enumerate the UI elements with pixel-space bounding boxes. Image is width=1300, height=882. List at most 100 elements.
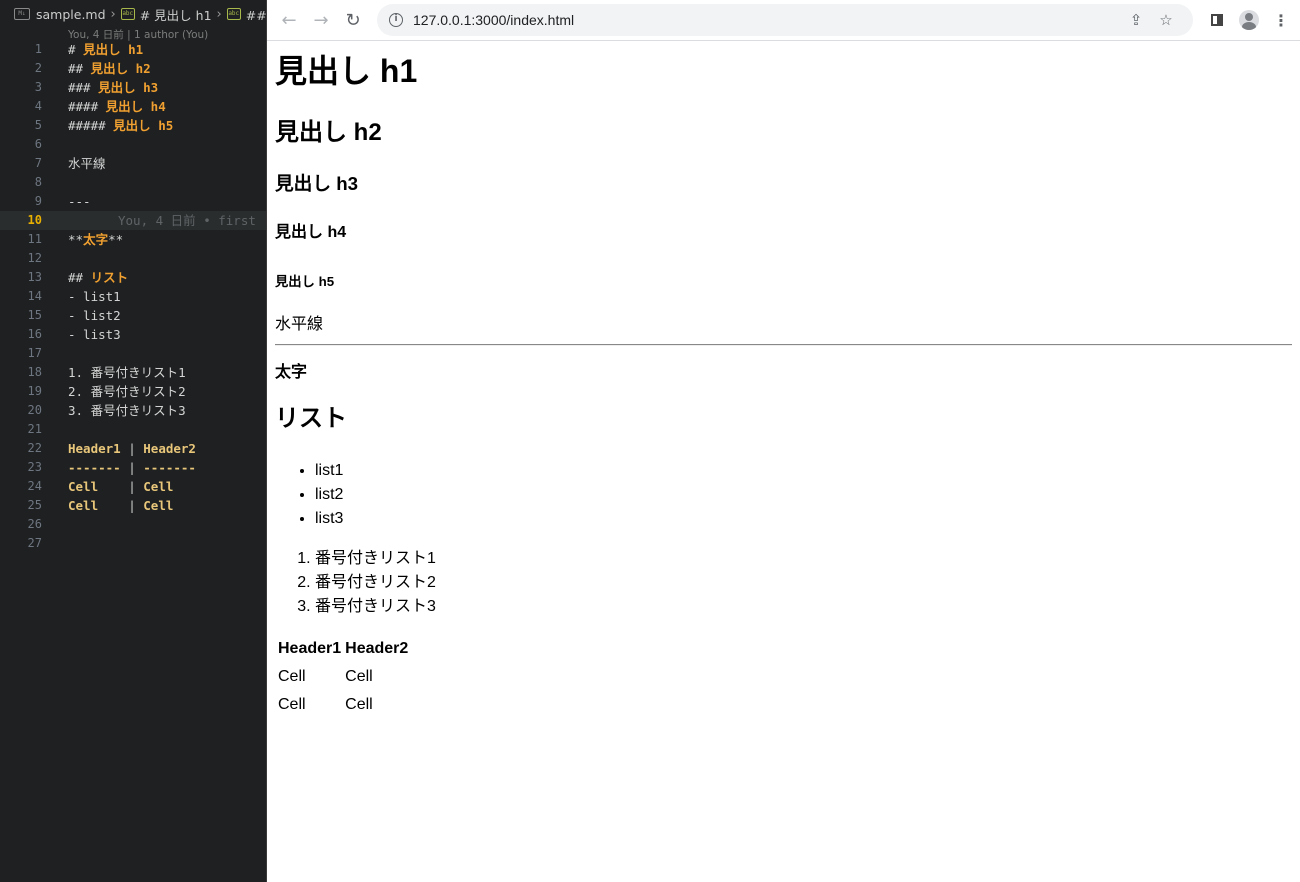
kebab-menu-icon[interactable]: ⋮ <box>1265 4 1297 36</box>
code-line: 25 Cell | Cell <box>0 496 266 515</box>
breadcrumb: M↓ sample.md › abc # 見出し h1 › abc ## 見 <box>0 0 266 28</box>
md-bold-text: 太字 <box>83 232 109 247</box>
star-icon[interactable]: ☆ <box>1151 11 1181 29</box>
md-hash: ## <box>68 61 84 76</box>
md-bold-marker: ** <box>68 232 84 247</box>
code-line: 9 --- <box>0 192 266 211</box>
forward-arrow-icon[interactable]: → <box>305 4 337 36</box>
breadcrumb-file-label: sample.md <box>36 6 106 22</box>
list-item: 番号付きリスト1 <box>315 547 1292 571</box>
line-number: 18 <box>27 365 42 379</box>
line-number: 13 <box>27 270 42 284</box>
data-table: Header1 Header2 Cell Cell Cell Cell <box>275 634 411 720</box>
md-heading-text: 見出し h4 <box>105 99 166 114</box>
breadcrumb-h1-label: # 見出し h1 <box>139 7 212 23</box>
line-number: 12 <box>27 251 42 265</box>
code-line: 3 ### 見出し h3 <box>0 78 266 97</box>
table-row: Cell Cell <box>277 692 409 718</box>
md-hr: --- <box>68 194 91 209</box>
md-table-cell: Header2 <box>143 441 196 456</box>
reload-icon[interactable]: ↻ <box>337 4 369 36</box>
code-line: 1 # 見出し h1 <box>0 40 266 59</box>
browser-window: ← → ↻ i 127.0.0.1:3000/index.html ⇪ ☆ ⋮ … <box>267 0 1300 882</box>
heading-list: リスト <box>275 405 347 432</box>
md-list-item: - list3 <box>68 327 121 342</box>
md-hash: ##### <box>68 118 106 133</box>
code-line: 16 - list3 <box>0 325 266 344</box>
code-line: 22 Header1 | Header2 <box>0 439 266 458</box>
line-number: 23 <box>27 460 42 474</box>
table-cell: Cell <box>278 696 306 713</box>
table-header-cell: Header1 <box>278 640 342 657</box>
rendered-page: 見出し h1 見出し h2 見出し h3 見出し h4 見出し h5 水平線 太… <box>275 41 1292 720</box>
md-hash: ### <box>68 80 91 95</box>
bold-text: 太字 <box>275 364 308 381</box>
numbered-list: 番号付きリスト1 番号付きリスト2 番号付きリスト3 <box>275 547 1292 619</box>
list-item: 番号付きリスト2 <box>315 571 1292 595</box>
breadcrumb-h1[interactable]: abc # 見出し h1 <box>120 5 212 24</box>
url-text[interactable]: 127.0.0.1:3000/index.html <box>413 12 1121 28</box>
md-heading-text: 見出し h2 <box>90 61 151 76</box>
list-item: list3 <box>315 507 1292 531</box>
code-line: 27 <box>0 534 266 553</box>
code-line: 13 ## リスト <box>0 268 266 287</box>
md-ol-number: 2. <box>68 384 84 399</box>
line-number: 27 <box>27 536 42 550</box>
line-number: 5 <box>34 118 42 132</box>
code-line: 21 <box>0 420 266 439</box>
line-number: 1 <box>34 42 42 56</box>
breadcrumb-h2-label: ## 見 <box>245 7 266 23</box>
md-ol-text: 番号付きリスト1 <box>90 365 186 380</box>
table-cell: Cell <box>345 696 373 713</box>
share-icon[interactable]: ⇪ <box>1121 11 1151 29</box>
md-table-cell: Header1 <box>68 441 121 456</box>
line-number: 19 <box>27 384 42 398</box>
code-line: 18 1. 番号付きリスト1 <box>0 363 266 382</box>
heading-symbol-icon: abc <box>120 8 135 20</box>
md-table-cell: ------- <box>143 460 196 475</box>
table-header-cell: Header2 <box>345 640 409 657</box>
line-number: 11 <box>27 232 42 246</box>
address-bar[interactable]: i 127.0.0.1:3000/index.html ⇪ ☆ <box>377 4 1193 36</box>
md-table-cell: Cell <box>68 498 121 513</box>
back-arrow-icon[interactable]: ← <box>273 4 305 36</box>
line-number: 2 <box>34 61 42 75</box>
side-panel-icon[interactable] <box>1201 4 1233 36</box>
breadcrumb-h2[interactable]: abc ## 見 <box>226 5 266 24</box>
code-line: 5 ##### 見出し h5 <box>0 116 266 135</box>
inline-blame[interactable]: You, 4 日前 • first <box>118 211 256 230</box>
md-heading-text: 見出し h3 <box>98 80 159 95</box>
md-table-cell: Cell <box>68 479 121 494</box>
table-header-row: Header1 Header2 <box>277 636 409 662</box>
md-heading-text: 見出し h5 <box>113 118 174 133</box>
info-icon[interactable]: i <box>389 13 403 27</box>
code-line: 26 <box>0 515 266 534</box>
code-line: 20 3. 番号付きリスト3 <box>0 401 266 420</box>
profile-icon[interactable] <box>1233 4 1265 36</box>
md-list-item: - list1 <box>68 289 121 304</box>
line-number: 15 <box>27 308 42 322</box>
md-text: 水平線 <box>68 156 106 171</box>
md-ol-text: 番号付きリスト2 <box>90 384 186 399</box>
table-cell: Cell <box>345 668 373 685</box>
line-number: 3 <box>34 80 42 94</box>
heading-h2: 見出し h2 <box>275 119 382 146</box>
code-area[interactable]: 1 # 見出し h1 2 ## 見出し h2 3 ### 見出し h3 4 ##… <box>0 40 266 553</box>
md-table-cell: Cell <box>143 479 174 494</box>
md-ol-number: 1. <box>68 365 84 380</box>
code-line: 17 <box>0 344 266 363</box>
line-number: 8 <box>34 175 42 189</box>
line-number: 17 <box>27 346 42 360</box>
heading-h4: 見出し h4 <box>275 224 347 241</box>
code-line: 24 Cell | Cell <box>0 477 266 496</box>
code-line: 12 <box>0 249 266 268</box>
line-number: 22 <box>27 441 42 455</box>
line-number: 25 <box>27 498 42 512</box>
line-number: 10 <box>27 213 42 227</box>
line-number: 6 <box>34 137 42 151</box>
paragraph-horizontal-line: 水平線 <box>275 316 324 333</box>
horizontal-rule <box>275 344 1292 346</box>
code-line: 15 - list2 <box>0 306 266 325</box>
breadcrumb-file[interactable]: M↓ sample.md <box>14 7 106 22</box>
code-line: 8 <box>0 173 266 192</box>
